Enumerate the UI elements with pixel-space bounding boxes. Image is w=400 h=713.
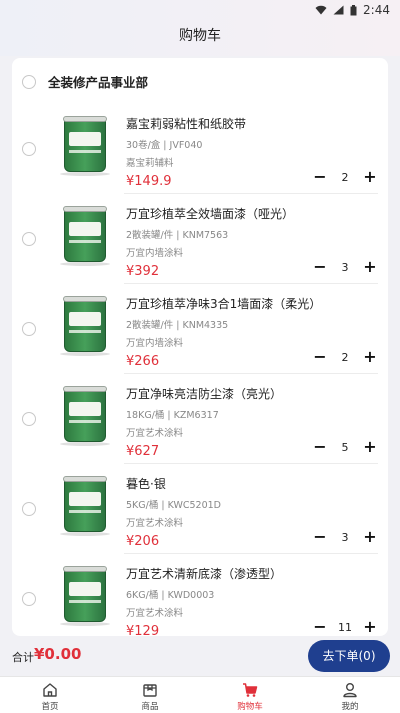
quantity-stepper: − 2 + — [312, 168, 378, 186]
quantity-value[interactable]: 2 — [330, 171, 360, 184]
checkout-button[interactable]: 去下单(0) — [308, 640, 390, 672]
cart-item: 万宜艺术清新底漆（渗透型） 6KG/桶 | KWD0003 万宜艺术涂料 ¥12… — [12, 554, 388, 636]
product-spec: 2散装罐/件 | KNM4335 — [126, 320, 229, 331]
user-icon — [343, 683, 357, 698]
quantity-plus-button[interactable]: + — [362, 168, 378, 186]
wifi-icon — [315, 5, 327, 15]
total-value: ¥0.00 — [34, 645, 82, 663]
product-name[interactable]: 嘉宝莉弱粘性和纸胶带 — [126, 115, 246, 132]
quantity-value[interactable]: 5 — [330, 441, 360, 454]
product-name[interactable]: 万宜艺术清新底漆（渗透型） — [126, 565, 282, 582]
cart-item: 万宜净味亮洁防尘漆（亮光） 18KG/桶 | KZM6317 万宜艺术涂料 ¥6… — [12, 374, 388, 464]
quantity-stepper: − 5 + — [312, 438, 378, 456]
tab-profile[interactable]: 我的 — [300, 677, 400, 713]
quantity-value[interactable]: 3 — [330, 261, 360, 274]
item-select-radio[interactable] — [22, 592, 36, 606]
product-image[interactable] — [52, 474, 118, 540]
quantity-value[interactable]: 3 — [330, 531, 360, 544]
status-time: 2:44 — [363, 3, 390, 17]
product-name[interactable]: 万宜珍植萃全效墙面漆（哑光） — [126, 205, 294, 222]
status-bar: 2:44 — [0, 0, 400, 22]
tab-goods[interactable]: 商品 — [100, 677, 200, 713]
item-select-radio[interactable] — [22, 412, 36, 426]
quantity-stepper: − 3 + — [312, 528, 378, 546]
status-icons: 2:44 — [315, 3, 390, 17]
goods-icon — [143, 684, 157, 697]
product-brand: 万宜内墙涂料 — [126, 248, 184, 259]
quantity-value[interactable]: 2 — [330, 351, 360, 364]
product-image[interactable] — [52, 384, 118, 450]
product-price: ¥392 — [126, 264, 160, 279]
quantity-stepper: − 2 + — [312, 348, 378, 366]
product-spec: 6KG/桶 | KWD0003 — [126, 590, 215, 601]
page-header: 购物车 — [0, 22, 400, 56]
group-title: 全装修产品事业部 — [48, 75, 149, 90]
product-name[interactable]: 万宜珍植萃净味3合1墙面漆（柔光） — [126, 295, 321, 312]
quantity-plus-button[interactable]: + — [362, 528, 378, 546]
product-price: ¥627 — [126, 444, 160, 459]
product-brand: 万宜艺术涂料 — [126, 608, 184, 619]
cart-group-card: 全装修产品事业部 嘉宝莉弱粘性和纸胶带 30卷/盒 | JVF040 嘉宝莉辅料… — [12, 58, 388, 636]
product-spec: 2散装罐/件 | KNM7563 — [126, 230, 229, 241]
product-brand: 嘉宝莉辅料 — [126, 158, 174, 169]
quantity-minus-button[interactable]: − — [312, 168, 328, 186]
bottom-tab-bar: 首页 商品 购物车 我的 — [0, 676, 400, 713]
product-image[interactable] — [52, 564, 118, 630]
signal-icon — [333, 5, 344, 15]
group-select-radio[interactable] — [22, 75, 36, 89]
tab-label: 我的 — [341, 702, 359, 712]
product-brand: 万宜艺术涂料 — [126, 518, 184, 529]
product-brand: 万宜内墙涂料 — [126, 338, 184, 349]
item-select-radio[interactable] — [22, 322, 36, 336]
product-spec: 18KG/桶 | KZM6317 — [126, 410, 219, 421]
product-spec: 30卷/盒 | JVF040 — [126, 140, 203, 151]
product-name[interactable]: 万宜净味亮洁防尘漆（亮光） — [126, 385, 282, 402]
item-select-radio[interactable] — [22, 142, 36, 156]
item-select-radio[interactable] — [22, 232, 36, 246]
product-price: ¥266 — [126, 354, 160, 369]
checkout-bar: 合计 ¥0.00 去下单(0) — [0, 636, 400, 676]
quantity-plus-button[interactable]: + — [362, 348, 378, 366]
quantity-stepper: − 11 + — [312, 618, 378, 636]
cart-group-header: 全装修产品事业部 — [12, 58, 388, 104]
quantity-minus-button[interactable]: − — [312, 438, 328, 456]
cart-item: 暮色·银 5KG/桶 | KWC5201D 万宜艺术涂料 ¥206 − 3 + — [12, 464, 388, 554]
quantity-plus-button[interactable]: + — [362, 618, 378, 636]
tab-label: 购物车 — [237, 702, 263, 712]
product-spec: 5KG/桶 | KWC5201D — [126, 500, 221, 511]
product-price: ¥149.9 — [126, 174, 172, 189]
home-icon — [43, 683, 57, 697]
product-name[interactable]: 暮色·银 — [126, 475, 166, 492]
quantity-minus-button[interactable]: − — [312, 618, 328, 636]
quantity-minus-button[interactable]: − — [312, 258, 328, 276]
product-image[interactable] — [52, 294, 118, 360]
total-label: 合计 — [12, 651, 34, 664]
product-price: ¥206 — [126, 534, 160, 549]
product-price: ¥129 — [126, 624, 160, 636]
tab-label: 商品 — [141, 702, 159, 712]
page-title: 购物车 — [179, 28, 221, 44]
product-image[interactable] — [52, 204, 118, 270]
tab-label: 首页 — [41, 702, 59, 712]
quantity-minus-button[interactable]: − — [312, 348, 328, 366]
quantity-minus-button[interactable]: − — [312, 528, 328, 546]
product-image[interactable] — [52, 114, 118, 180]
quantity-plus-button[interactable]: + — [362, 258, 378, 276]
item-select-radio[interactable] — [22, 502, 36, 516]
quantity-value[interactable]: 11 — [330, 621, 360, 634]
cart-item: 万宜珍植萃净味3合1墙面漆（柔光） 2散装罐/件 | KNM4335 万宜内墙涂… — [12, 284, 388, 374]
tab-cart[interactable]: 购物车 — [200, 677, 300, 713]
battery-icon — [350, 4, 357, 15]
tab-home[interactable]: 首页 — [0, 677, 100, 713]
product-brand: 万宜艺术涂料 — [126, 428, 184, 439]
cart-item: 万宜珍植萃全效墙面漆（哑光） 2散装罐/件 | KNM7563 万宜内墙涂料 ¥… — [12, 194, 388, 284]
cart-item: 嘉宝莉弱粘性和纸胶带 30卷/盒 | JVF040 嘉宝莉辅料 ¥149.9 −… — [12, 104, 388, 194]
cart-icon — [243, 683, 258, 697]
quantity-stepper: − 3 + — [312, 258, 378, 276]
quantity-plus-button[interactable]: + — [362, 438, 378, 456]
